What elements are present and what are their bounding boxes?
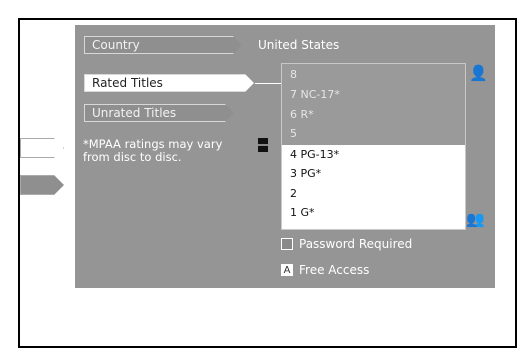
country-button[interactable]: Country — [84, 36, 242, 54]
rating-level-1[interactable]: 1 G* — [290, 207, 315, 219]
rating-level-3[interactable]: 3 PG* — [290, 168, 321, 180]
rating-level-7[interactable]: 7 NC-17* — [290, 89, 340, 101]
rating-level-4[interactable]: 4 PG-13* — [290, 149, 339, 161]
adult-icon: 👤 — [469, 64, 488, 82]
rated-titles-label: Rated Titles — [92, 76, 163, 90]
password-required-label: Password Required — [299, 237, 413, 251]
restricted-levels-highlight — [282, 64, 465, 145]
country-label: Country — [92, 38, 140, 52]
rating-level-8[interactable]: 8 — [290, 69, 297, 81]
rating-level-list[interactable]: 8 7 NC-17* 6 R* 5 4 PG-13* 3 PG* 2 1 G* — [281, 63, 466, 230]
unrated-titles-label: Unrated Titles — [92, 106, 177, 120]
unrated-titles-button[interactable]: Unrated Titles — [84, 104, 234, 122]
country-value: United States — [258, 38, 340, 52]
free-access-icon: A — [281, 264, 293, 276]
mpaa-note: *MPAA ratings may vary from disc to disc… — [83, 137, 223, 164]
rating-level-2[interactable]: 2 — [290, 188, 297, 200]
selection-connector — [255, 83, 281, 84]
password-required-swatch — [281, 238, 293, 250]
rating-level-6[interactable]: 6 R* — [290, 109, 314, 121]
rating-level-5[interactable]: 5 — [290, 128, 297, 140]
free-access-label: Free Access — [299, 263, 370, 277]
rated-titles-button[interactable]: Rated Titles — [84, 74, 254, 92]
lock-slider-icon[interactable] — [258, 138, 268, 152]
family-icon: 👥 — [466, 210, 485, 228]
